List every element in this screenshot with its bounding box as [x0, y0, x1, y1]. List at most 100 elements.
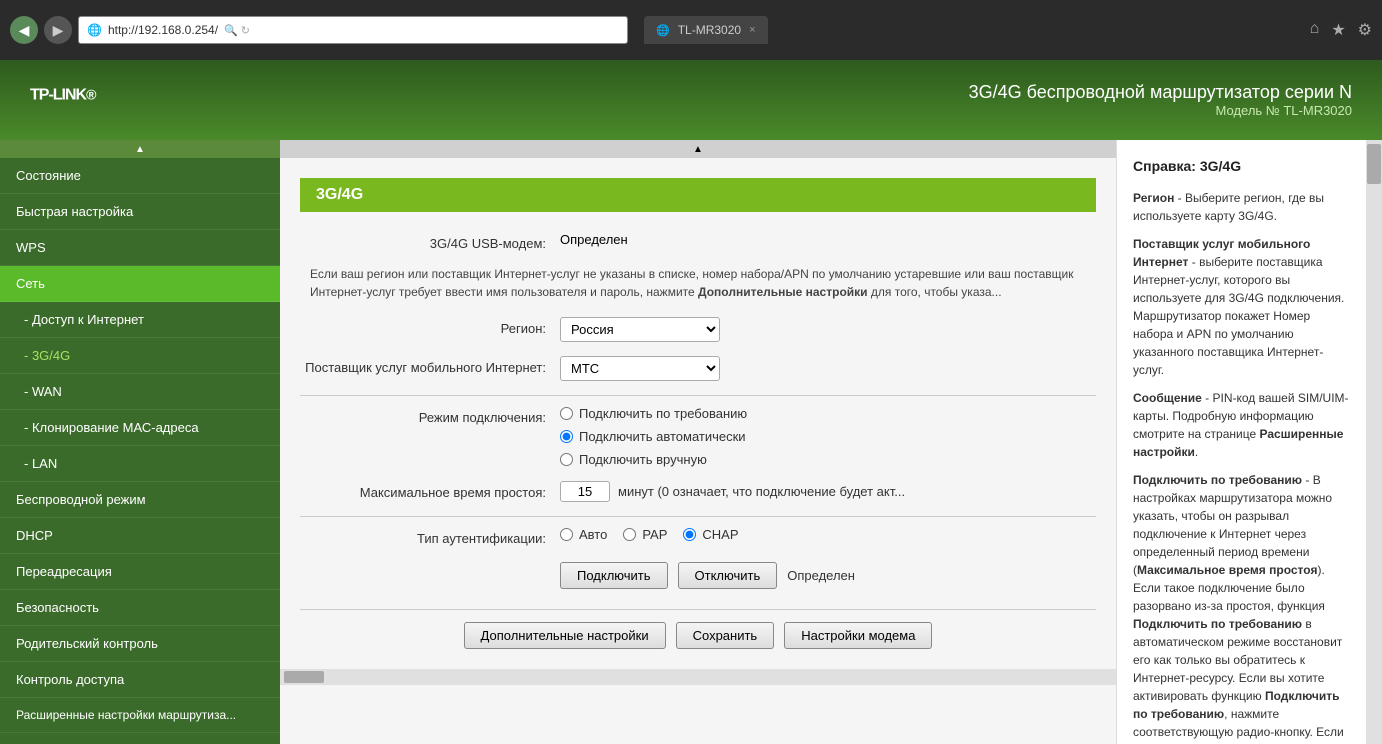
help-ondemand-ref: Подключить по требованию	[1133, 617, 1302, 631]
connect-row: Подключить Отключить Определен	[300, 562, 1096, 589]
isp-select[interactable]: МТС Билайн Мегафон Теле2	[560, 356, 720, 381]
sidebar-item-wan[interactable]: - WAN	[0, 374, 280, 410]
radio-auth-pap-input[interactable]	[623, 528, 636, 541]
auth-control: Авто PAP CHAP	[560, 527, 1096, 542]
sidebar-item-quick-setup[interactable]: Быстрая настройка	[0, 194, 280, 230]
radio-auth-chap-input[interactable]	[683, 528, 696, 541]
sidebar-scroll-up[interactable]: ▲	[0, 140, 280, 158]
connect-button[interactable]: Подключить	[560, 562, 668, 589]
forward-button[interactable]: ▶	[44, 16, 72, 44]
max-idle-control: минут (0 означает, что подключение будет…	[560, 481, 1096, 502]
sidebar-item-mac-clone[interactable]: - Клонирование МАС-адреса	[0, 410, 280, 446]
region-row: Регион: Россия Европа США Азия	[300, 317, 1096, 342]
connection-mode-group: Подключить по требованию Подключить авто…	[560, 406, 1096, 467]
max-idle-row: Максимальное время простоя: минут (0 озн…	[300, 481, 1096, 502]
radio-auto-label: Подключить автоматически	[579, 429, 746, 444]
isp-label: Поставщик услуг мобильного Интернет:	[300, 356, 560, 375]
content-inner: 3G/4G 3G/4G USB-модем: Определен Если ва…	[280, 158, 1116, 669]
isp-control: МТС Билайн Мегафон Теле2	[560, 356, 1096, 381]
help-ondemand-ref2: Подключить по требованию	[1133, 689, 1340, 721]
router-header: TP-LINK® 3G/4G беспроводной маршрутизато…	[0, 60, 1382, 140]
sidebar-item-security[interactable]: Безопасность	[0, 590, 280, 626]
help-msg-label: Сообщение	[1133, 391, 1202, 405]
help-title: Справка: 3G/4G	[1133, 156, 1350, 177]
settings-icon[interactable]: ⚙	[1358, 20, 1372, 40]
auth-label: Тип аутентификации:	[300, 527, 560, 546]
tp-link-logo: TP-LINK®	[30, 82, 95, 119]
browser-tab[interactable]: 🌐 TL-MR3020 ×	[644, 16, 768, 44]
bottom-buttons: Дополнительные настройки Сохранить Настр…	[300, 609, 1096, 649]
back-button[interactable]: ◀	[10, 16, 38, 44]
radio-on-demand[interactable]: Подключить по требованию	[560, 406, 1096, 421]
help-para-3: Сообщение - PIN-код вашей SIM/UIM-карты.…	[1133, 389, 1350, 461]
address-text: http://192.168.0.254/	[108, 23, 218, 37]
sidebar-item-status[interactable]: Состояние	[0, 158, 280, 194]
help-para-1: Регион - Выберите регион, где вы использ…	[1133, 189, 1350, 225]
h-scroll-thumb[interactable]	[284, 671, 324, 683]
modem-settings-button[interactable]: Настройки модема	[784, 622, 932, 649]
sidebar-item-access-control[interactable]: Контроль доступа	[0, 662, 280, 698]
favorites-icon[interactable]: ★	[1331, 20, 1345, 40]
model-title: 3G/4G беспроводной маршрутизатор серии N	[969, 82, 1352, 103]
divider-2	[300, 516, 1096, 517]
radio-auth-chap-label: CHAP	[702, 527, 738, 542]
sidebar-item-parental[interactable]: Родительский контроль	[0, 626, 280, 662]
sidebar-item-bandwidth[interactable]: Контроль пропускной способности	[0, 733, 280, 744]
radio-auto[interactable]: Подключить автоматически	[560, 429, 1096, 444]
radio-auth-chap[interactable]: CHAP	[683, 527, 738, 542]
scrollbar-thumb[interactable]	[1367, 144, 1381, 184]
region-control: Россия Европа США Азия	[560, 317, 1096, 342]
disconnect-button[interactable]: Отключить	[678, 562, 778, 589]
tab-title: TL-MR3020	[678, 23, 741, 37]
radio-auto-input[interactable]	[560, 430, 573, 443]
bottom-scrollbar[interactable]	[280, 669, 1116, 685]
usb-modem-row: 3G/4G USB-модем: Определен	[300, 232, 1096, 251]
help-ondemand-label: Подключить по требованию	[1133, 473, 1302, 487]
right-scrollbar[interactable]	[1366, 140, 1382, 744]
logo-text: TP-LINK	[30, 86, 86, 103]
divider-1	[300, 395, 1096, 396]
radio-auth-pap[interactable]: PAP	[623, 527, 667, 542]
address-bar[interactable]: 🌐 http://192.168.0.254/ 🔍 ↻	[78, 16, 628, 44]
max-idle-input[interactable]	[560, 481, 610, 502]
address-icon: 🌐	[87, 23, 102, 37]
advanced-settings-button[interactable]: Дополнительные настройки	[464, 622, 666, 649]
region-select[interactable]: Россия Европа США Азия	[560, 317, 720, 342]
radio-on-demand-input[interactable]	[560, 407, 573, 420]
sidebar-item-wireless[interactable]: Беспроводной режим	[0, 482, 280, 518]
max-idle-label: Максимальное время простоя:	[300, 481, 560, 500]
usb-modem-value: Определен	[560, 232, 1096, 247]
sidebar-item-forwarding[interactable]: Переадресация	[0, 554, 280, 590]
sidebar-item-internet-access[interactable]: - Доступ к Интернет	[0, 302, 280, 338]
sidebar-item-lan[interactable]: - LAN	[0, 446, 280, 482]
sidebar-item-wps[interactable]: WPS	[0, 230, 280, 266]
sidebar-item-advanced-routing[interactable]: Расширенные настройки маршрутиза...	[0, 698, 280, 733]
usb-modem-label: 3G/4G USB-модем:	[300, 232, 560, 251]
refresh-icon[interactable]: ↻	[241, 24, 250, 37]
search-icon[interactable]: 🔍	[224, 24, 238, 37]
help-panel: Справка: 3G/4G Регион - Выберите регион,…	[1116, 140, 1366, 744]
radio-auth-auto-input[interactable]	[560, 528, 573, 541]
help-maxidle-ref: Максимальное время простоя	[1137, 563, 1317, 577]
router-wrapper: TP-LINK® 3G/4G беспроводной маршрутизато…	[0, 60, 1382, 744]
auth-row: Тип аутентификации: Авто PAP	[300, 527, 1096, 546]
help-para-2: Поставщик услуг мобильного Интернет - вы…	[1133, 235, 1350, 379]
save-button[interactable]: Сохранить	[676, 622, 775, 649]
sidebar-item-3g4g[interactable]: - 3G/4G	[0, 338, 280, 374]
radio-on-demand-label: Подключить по требованию	[579, 406, 747, 421]
sidebar-item-network[interactable]: Сеть	[0, 266, 280, 302]
browser-actions: ⌂ ★ ⚙	[1310, 20, 1372, 40]
info-link[interactable]: Дополнительные настройки	[698, 285, 868, 299]
browser-chrome: ◀ ▶ 🌐 http://192.168.0.254/ 🔍 ↻ 🌐 TL-MR3…	[0, 0, 1382, 60]
main-scroll-up[interactable]: ▲	[280, 140, 1116, 158]
radio-auth-auto[interactable]: Авто	[560, 527, 607, 542]
home-icon[interactable]: ⌂	[1310, 20, 1320, 40]
info-text: Если ваш регион или поставщик Интернет-у…	[300, 265, 1096, 301]
radio-manual-input[interactable]	[560, 453, 573, 466]
radio-manual[interactable]: Подключить вручную	[560, 452, 1096, 467]
sidebar-item-dhcp[interactable]: DHCP	[0, 518, 280, 554]
region-label: Регион:	[300, 317, 560, 336]
tab-close-button[interactable]: ×	[749, 24, 755, 36]
auth-group: Авто PAP CHAP	[560, 527, 1096, 542]
help-para-4: Подключить по требованию - В настройках …	[1133, 471, 1350, 744]
